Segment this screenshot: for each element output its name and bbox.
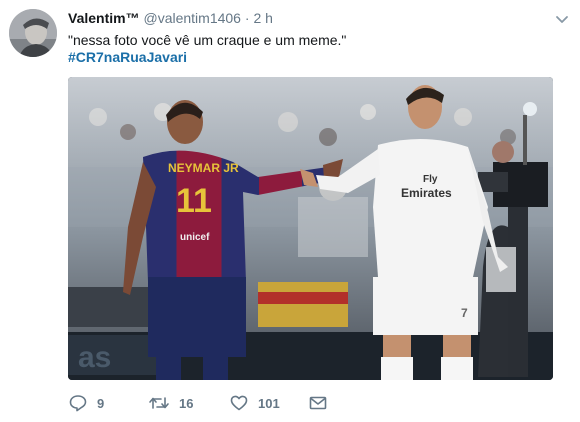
jersey-sponsor-right-2: Emirates	[401, 186, 452, 200]
tweet-photo[interactable]: as NEYMAR JR 11 unicef Fly Emirates 7	[68, 77, 553, 380]
retweet-count: 16	[179, 395, 194, 411]
direct-message-button[interactable]	[308, 392, 328, 414]
jersey-sponsor-right-1: Fly	[423, 174, 438, 185]
photo-scene: as NEYMAR JR 11 unicef Fly Emirates 7	[68, 77, 553, 380]
hashtag-link[interactable]: #CR7naRuaJavari	[68, 48, 187, 66]
chevron-down-icon[interactable]	[553, 10, 571, 28]
reply-count: 9	[97, 395, 105, 411]
jersey-number: 11	[176, 182, 212, 220]
like-count: 101	[258, 395, 280, 411]
tweet-actions: 9 16 101	[68, 392, 368, 414]
display-name[interactable]: Valentim™	[68, 10, 140, 26]
retweet-button[interactable]: 16	[148, 392, 193, 414]
svg-text:as: as	[78, 341, 111, 374]
shorts-number: 7	[461, 306, 468, 320]
tweet-text: "nessa foto você vê um craque e um meme.…	[68, 32, 347, 48]
tweet-header: Valentim™ @valentim1406 · 2 h	[68, 9, 273, 27]
reply-icon	[68, 393, 88, 413]
tweet: Valentim™ @valentim1406 · 2 h "nessa fot…	[0, 0, 580, 422]
avatar[interactable]	[9, 9, 57, 57]
jersey-name: NEYMAR JR	[168, 161, 239, 175]
envelope-icon	[308, 393, 328, 413]
like-button[interactable]: 101	[229, 392, 280, 414]
user-handle[interactable]: @valentim1406	[143, 10, 241, 26]
avatar-image	[9, 9, 57, 57]
retweet-icon	[148, 393, 170, 413]
banner	[258, 282, 348, 327]
jersey-sponsor-left: unicef	[180, 232, 210, 243]
separator-dot: ·	[244, 10, 250, 26]
heart-icon	[229, 393, 249, 413]
reply-button[interactable]: 9	[68, 392, 104, 414]
timestamp[interactable]: 2 h	[253, 10, 272, 26]
